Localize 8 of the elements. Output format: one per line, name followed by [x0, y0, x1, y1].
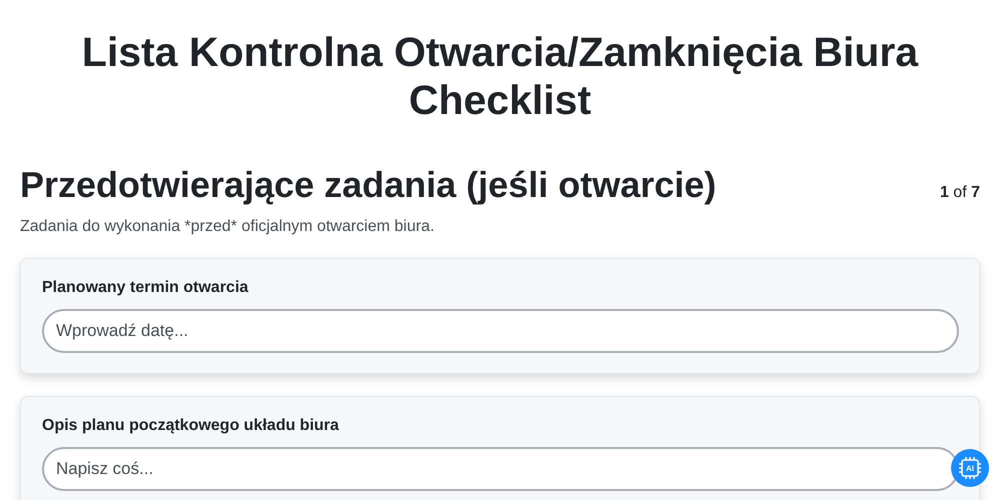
step-counter: 1 of 7	[940, 184, 980, 202]
input-field[interactable]: Wprowadź datę...	[42, 309, 959, 353]
field-label: Opis planu początkowego układu biura	[42, 417, 340, 435]
field-label: Planowany termin otwarcia	[42, 279, 250, 297]
chip-icon	[957, 455, 983, 481]
section-description: Zadania do wykonania *przed* oficjalnym otwarciem biura.	[20, 218, 436, 236]
section-heading: Przedotwierające zadania (jeśli otwarcie)	[20, 164, 716, 206]
page-title: Lista Kontrolna Otwarcia/Zamknięcia Biura Checklist	[80, 28, 920, 124]
